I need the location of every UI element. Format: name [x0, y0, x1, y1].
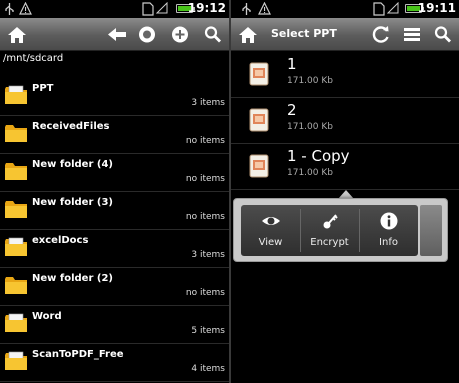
- folder-name: PPT: [32, 83, 54, 94]
- quick-action-popup: View Encrypt Info: [233, 198, 448, 262]
- view-action-button[interactable]: View: [241, 205, 300, 256]
- ppt-file-name: 2: [287, 101, 297, 119]
- info-action-button[interactable]: Info: [359, 205, 418, 256]
- home-icon[interactable]: [235, 22, 261, 47]
- folder-name: ScanToPDF_Free: [32, 349, 124, 360]
- refresh-icon[interactable]: [368, 22, 394, 47]
- folder-row[interactable]: New folder (2) no items: [0, 268, 229, 306]
- toolbar: Select PPT: [231, 18, 459, 51]
- eye-icon: [261, 211, 281, 235]
- status-bar: 19:12: [0, 0, 229, 18]
- ppt-file-icon: [249, 108, 269, 132]
- warning-icon: [258, 2, 271, 15]
- status-time: 19:12: [187, 1, 226, 15]
- folder-item-count: 3 items: [191, 250, 225, 260]
- folder-icon: [5, 351, 27, 370]
- ppt-file-list: 1 171.00 Kb 2 171.00 Kb 1 - Copy 171.00 Kb: [231, 52, 459, 190]
- ppt-file-name: 1: [287, 55, 297, 73]
- current-path: /mnt/sdcard: [3, 53, 64, 64]
- usb-icon: [5, 3, 14, 15]
- back-arrow-icon[interactable]: [104, 22, 130, 47]
- folder-row[interactable]: PPT 3 items: [0, 78, 229, 116]
- quick-action-bar: View Encrypt Info: [241, 205, 418, 256]
- ppt-file-icon: [249, 154, 269, 178]
- page-title: Select PPT: [271, 27, 337, 40]
- action-separator: [300, 209, 301, 252]
- folder-list: PPT 3 items ReceivedFiles no items New folde…: [0, 78, 229, 382]
- folder-name: excelDocs: [32, 235, 89, 246]
- target-icon[interactable]: [134, 22, 160, 47]
- folder-icon: [5, 163, 27, 180]
- folder-item-count: no items: [185, 288, 225, 298]
- encrypt-action-button[interactable]: Encrypt: [300, 205, 359, 256]
- action-label: Info: [379, 237, 398, 248]
- usb-icon: [242, 3, 251, 15]
- ppt-file-row[interactable]: 2 171.00 Kb: [231, 98, 459, 144]
- ppt-file-row[interactable]: 1 - Copy 171.00 Kb: [231, 144, 459, 190]
- folder-name: New folder (2): [32, 273, 113, 284]
- ppt-file-row[interactable]: 1 171.00 Kb: [231, 52, 459, 98]
- folder-item-count: no items: [185, 174, 225, 184]
- folder-item-count: 5 items: [191, 326, 225, 336]
- folder-icon: [5, 313, 27, 332]
- no-signal-icon: [156, 2, 168, 14]
- ppt-file-size: 171.00 Kb: [287, 76, 333, 86]
- quick-action-scroll-handle[interactable]: [420, 205, 442, 256]
- file-browser-screen: 19:12 /mnt/sdcard PPT 3 items ReceivedFile…: [0, 0, 229, 383]
- ppt-file-icon: [249, 62, 269, 86]
- action-label: View: [258, 237, 283, 248]
- select-ppt-screen: 19:11 Select PPT 1 171.00 Kb 2 171.00 Kb 1 -…: [231, 0, 459, 383]
- folder-item-count: 3 items: [191, 98, 225, 108]
- folder-row[interactable]: New folder (4) no items: [0, 154, 229, 192]
- status-bar: 19:11: [231, 0, 459, 18]
- folder-row[interactable]: excelDocs 3 items: [0, 230, 229, 268]
- folder-row[interactable]: ReceivedFiles no items: [0, 116, 229, 154]
- sim-card-icon: [142, 2, 154, 16]
- toolbar: [0, 18, 229, 51]
- warning-icon: [19, 2, 32, 15]
- folder-icon: [5, 85, 27, 104]
- folder-row[interactable]: ScanToPDF_Free 4 items: [0, 344, 229, 382]
- folder-item-count: 4 items: [191, 364, 225, 374]
- folder-icon: [5, 237, 27, 256]
- no-signal-icon: [387, 2, 399, 14]
- folder-icon: [5, 201, 27, 218]
- key-icon: [320, 211, 340, 235]
- info-icon: [379, 211, 399, 235]
- add-icon[interactable]: [167, 22, 193, 47]
- folder-name: Word: [32, 311, 62, 322]
- folder-item-count: no items: [185, 136, 225, 146]
- ppt-file-name: 1 - Copy: [287, 147, 350, 165]
- home-icon[interactable]: [4, 22, 30, 47]
- folder-name: ReceivedFiles: [32, 121, 110, 132]
- search-icon[interactable]: [430, 22, 456, 47]
- sim-card-icon: [373, 2, 385, 16]
- folder-icon: [5, 125, 27, 142]
- search-icon[interactable]: [200, 22, 226, 47]
- menu-icon[interactable]: [399, 22, 425, 47]
- status-time: 19:11: [417, 1, 456, 15]
- ppt-file-size: 171.00 Kb: [287, 122, 333, 132]
- folder-name: New folder (3): [32, 197, 113, 208]
- folder-name: New folder (4): [32, 159, 113, 170]
- folder-row[interactable]: New folder (3) no items: [0, 192, 229, 230]
- action-separator: [359, 209, 360, 252]
- ppt-file-size: 171.00 Kb: [287, 168, 333, 178]
- folder-icon: [5, 277, 27, 294]
- folder-row[interactable]: Word 5 items: [0, 306, 229, 344]
- folder-item-count: no items: [185, 212, 225, 222]
- action-label: Encrypt: [310, 237, 349, 248]
